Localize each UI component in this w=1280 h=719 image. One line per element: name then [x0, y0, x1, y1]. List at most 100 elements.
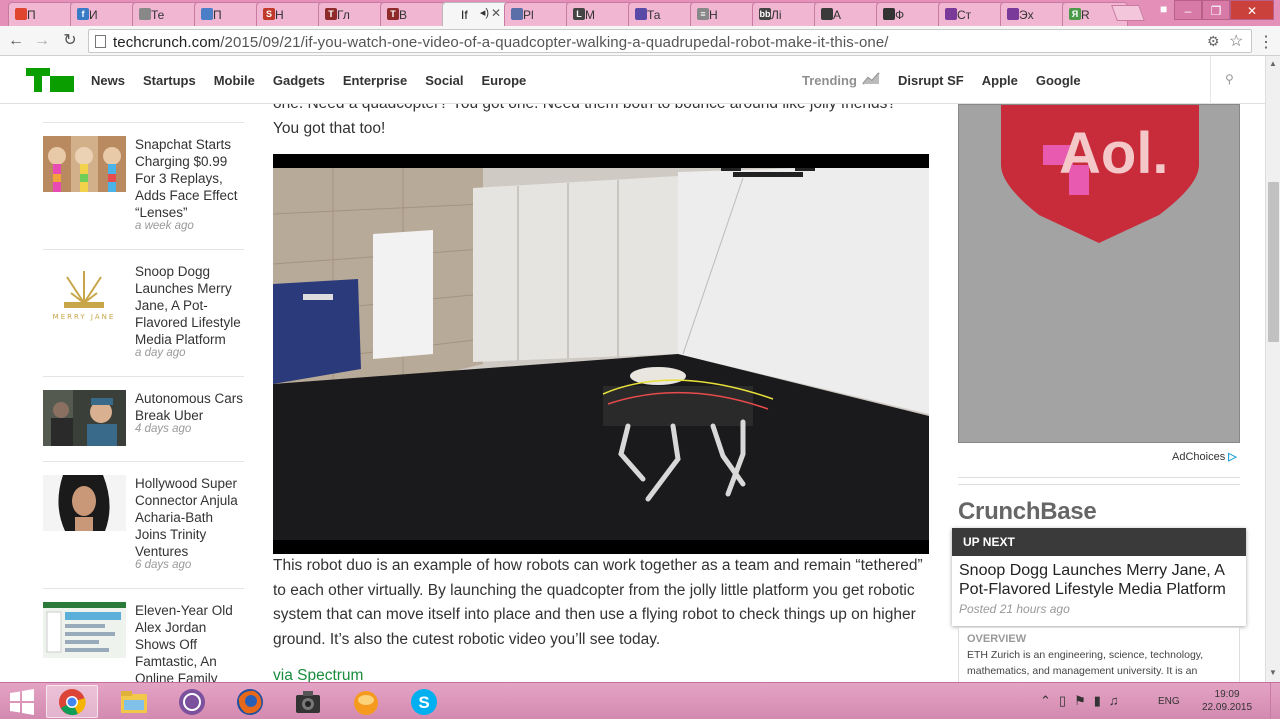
nav-link-europe[interactable]: Europe	[482, 73, 527, 88]
browser-tab[interactable]: Pl	[504, 2, 570, 26]
nav-link-enterprise[interactable]: Enterprise	[343, 73, 407, 88]
nav-link-startups[interactable]: Startups	[143, 73, 196, 88]
sidebar-item-snapchat[interactable]: Snapchat Starts Charging $0.99 For 3 Rep…	[43, 122, 244, 249]
tab-title: П	[213, 7, 222, 22]
scroll-up-arrow-icon[interactable]: ▲	[1269, 59, 1277, 68]
scrollbar-thumb[interactable]	[1268, 182, 1279, 342]
adchoices-link[interactable]: AdChoices ▷	[1172, 450, 1237, 463]
browser-tab[interactable]: П	[8, 2, 74, 26]
tab-close-icon[interactable]: ✕	[491, 6, 501, 20]
sidebar-item-autonomous-cars[interactable]: Autonomous Cars Break Uber 4 days ago	[43, 376, 244, 461]
action-center-flag-icon[interactable]: ⚑	[1074, 693, 1086, 709]
tray-expand-icon[interactable]: ⌃	[1040, 693, 1051, 709]
firefox-taskbar-button[interactable]	[224, 685, 276, 718]
search-button[interactable]: ⚲	[1210, 56, 1250, 104]
nav-link-social[interactable]: Social	[425, 73, 463, 88]
sidebar-item-title[interactable]: Autonomous Cars Break Uber	[135, 390, 244, 424]
nav-link-mobile[interactable]: Mobile	[214, 73, 255, 88]
close-window-button[interactable]: ✕	[1230, 0, 1274, 20]
browser-tab-strip: Пf И Те П S Н T Гл T В If ◂) ✕ Pl L М Та ≡ Нbb Лі А Ф Ст Эх Я R ■…	[0, 0, 1280, 26]
sidebar-item-title[interactable]: Eleven-Year Old Alex Jordan Shows Off Fa…	[135, 602, 244, 682]
nav-link-disrupt-sf[interactable]: Disrupt SF	[898, 73, 964, 88]
famtastic-thumbnail	[43, 602, 126, 658]
explorer-taskbar-button[interactable]	[108, 685, 160, 718]
chrome-menu-icon[interactable]: ⋮	[1258, 32, 1274, 52]
browser-tab[interactable]: Ф	[876, 2, 942, 26]
bookmark-star-icon[interactable]: ☆	[1229, 31, 1243, 51]
restore-button[interactable]: ❐	[1202, 0, 1230, 20]
browser-tab[interactable]: П	[194, 2, 260, 26]
input-language[interactable]: ENG	[1158, 696, 1180, 707]
chrome-taskbar-button[interactable]	[46, 685, 98, 718]
related-articles-sidebar: Snapchat Starts Charging $0.99 For 3 Rep…	[43, 104, 244, 682]
network-signal-icon[interactable]: ▮	[1094, 693, 1101, 709]
search-icon: ⚲	[1225, 72, 1234, 86]
address-bar[interactable]: techcrunch.com/2015/09/21/if-you-watch-o…	[88, 29, 1252, 53]
show-desktop-button[interactable]	[1270, 683, 1280, 719]
skype-taskbar-button[interactable]: S	[398, 685, 450, 718]
reload-icon[interactable]: ↻	[60, 31, 80, 51]
tab-audio-icon[interactable]: ◂)	[480, 6, 489, 19]
video-player[interactable]	[273, 154, 929, 554]
overview-label: OVERVIEW	[967, 633, 1027, 645]
browser-tab[interactable]: Те	[132, 2, 198, 26]
merry-jane-thumbnail: MERRY JANE	[43, 263, 126, 323]
firefox-icon	[237, 688, 263, 715]
tray-phone-icon[interactable]: ▯	[1059, 693, 1066, 709]
url-text[interactable]: techcrunch.com/2015/09/21/if-you-watch-o…	[113, 34, 889, 51]
overview-text: ETH Zurich is an engineering, science, t…	[967, 649, 1204, 677]
page-scrollbar[interactable]: ▲ ▼	[1265, 56, 1280, 683]
back-icon[interactable]: ←	[6, 31, 26, 51]
sidebar-item-merry-jane[interactable]: MERRY JANE Snoop Dogg Launches Merry Jan…	[43, 249, 244, 376]
nav-link-gadgets[interactable]: Gadgets	[273, 73, 325, 88]
sidebar-item-hollywood[interactable]: Hollywood Super Connector Anjula Acharia…	[43, 461, 244, 588]
browser-tab[interactable]: Ст	[938, 2, 1004, 26]
tab-favicon-icon	[1007, 8, 1019, 20]
browser-tab[interactable]: T Гл	[318, 2, 384, 26]
orange-app-taskbar-button[interactable]	[340, 685, 392, 718]
viber-taskbar-button[interactable]	[166, 685, 218, 718]
up-next-title[interactable]: Snoop Dogg Launches Merry Jane, A Pot-Fl…	[959, 561, 1241, 599]
windows-start-icon[interactable]	[8, 688, 36, 716]
techcrunch-logo[interactable]	[26, 68, 74, 92]
minimize-button[interactable]: –	[1174, 0, 1202, 20]
article-body-paragraph: This robot duo is an example of how robo…	[273, 557, 923, 648]
via-spectrum-link[interactable]: via Spectrum	[273, 667, 363, 682]
sidebar-item-title[interactable]: Hollywood Super Connector Anjula Acharia…	[135, 475, 244, 560]
nav-link-news[interactable]: News	[91, 73, 125, 88]
sidebar-item-title[interactable]: Snoop Dogg Launches Merry Jane, A Pot-Fl…	[135, 263, 244, 348]
sidebar-item-date: 4 days ago	[135, 423, 192, 435]
browser-tab[interactable]: fИ	[70, 2, 136, 26]
window-controls: – ❐ ✕	[1174, 0, 1274, 20]
browser-tab[interactable]: If ◂) ✕	[442, 2, 508, 26]
system-clock[interactable]: 19:09 22.09.2015	[1202, 688, 1252, 714]
adchoices-icon: ▷	[1228, 451, 1237, 463]
nav-link-apple[interactable]: Apple	[982, 73, 1018, 88]
sidebar-item-famtastic[interactable]: Eleven-Year Old Alex Jordan Shows Off Fa…	[43, 588, 244, 682]
browser-tab[interactable]: LМ	[566, 2, 632, 26]
scroll-down-arrow-icon[interactable]: ▼	[1269, 668, 1277, 677]
up-next-label: UP NEXT	[952, 528, 1246, 556]
forward-icon[interactable]: →	[32, 31, 52, 51]
trending-label[interactable]: Trending	[802, 73, 857, 88]
browser-tab[interactable]: Та	[628, 2, 694, 26]
advertisement[interactable]: Aol.	[958, 104, 1240, 443]
new-tab-button[interactable]	[1111, 5, 1145, 21]
tab-title: Pl	[523, 7, 534, 22]
tab-favicon-icon	[511, 8, 523, 20]
up-next-card[interactable]: UP NEXT Snoop Dogg Launches Merry Jane, …	[952, 528, 1246, 626]
browser-tab[interactable]: bb Лі	[752, 2, 818, 26]
nav-link-google[interactable]: Google	[1036, 73, 1081, 88]
browser-tab[interactable]: SН	[256, 2, 322, 26]
camera-taskbar-button[interactable]	[282, 685, 334, 718]
browser-tab[interactable]: ≡ Н	[690, 2, 756, 26]
tab-favicon-icon: S	[263, 8, 275, 20]
browser-tab[interactable]: TВ	[380, 2, 446, 26]
translate-icon[interactable]: ⚙	[1207, 33, 1220, 50]
sidebar-item-title[interactable]: Snapchat Starts Charging $0.99 For 3 Rep…	[135, 136, 244, 221]
volume-icon[interactable]: ♫	[1109, 693, 1119, 709]
tab-favicon-icon: T	[325, 8, 337, 20]
browser-tab[interactable]: А	[814, 2, 880, 26]
browser-tab[interactable]: Эх	[1000, 2, 1066, 26]
crunchbase-title: CrunchBase	[958, 498, 1097, 525]
